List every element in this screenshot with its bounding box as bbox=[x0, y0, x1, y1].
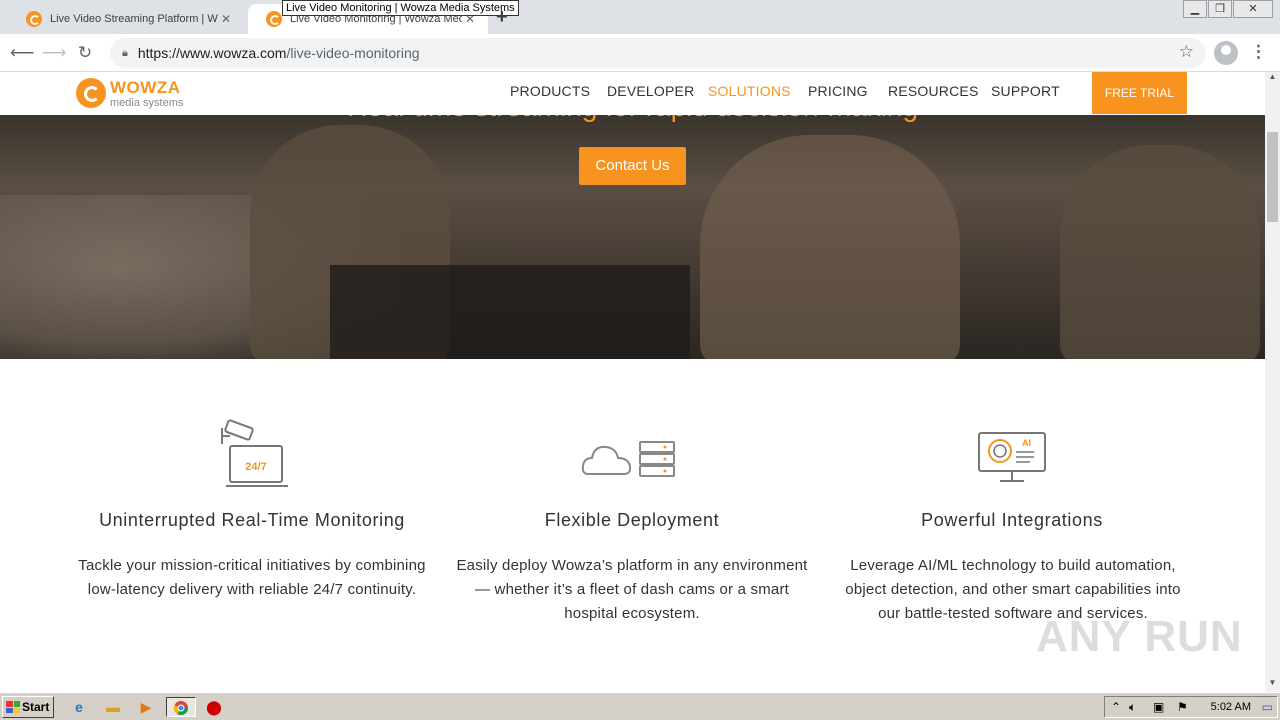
antivirus-icon[interactable]: ⬤ bbox=[203, 697, 225, 717]
feature-title-deployment: Flexible Deployment bbox=[544, 510, 720, 530]
forward-button[interactable]: ⟶ bbox=[42, 42, 66, 64]
url-host: https://www.wowza.com bbox=[137, 45, 287, 61]
show-desktop-icon[interactable]: ▭ bbox=[1262, 700, 1273, 714]
network-icon[interactable]: ▣ bbox=[1153, 700, 1164, 714]
volume-icon[interactable]: 🔈︎ bbox=[1129, 700, 1136, 715]
system-tray: ⌃ 🔈︎ ▣ ⚑ 5:02 AM ▭ bbox=[1104, 696, 1278, 718]
minimize-button[interactable]: ▁ bbox=[1183, 0, 1207, 18]
restore-button[interactable]: ❐ bbox=[1208, 0, 1232, 18]
scroll-up-arrow-icon[interactable]: ▲ bbox=[1265, 72, 1280, 86]
nav-developer[interactable]: DEVELOPER bbox=[607, 83, 694, 99]
feature-title-monitoring: Uninterrupted Real-Time Monitoring bbox=[99, 510, 405, 530]
badge-ai: AI bbox=[1022, 438, 1031, 448]
bookmark-star-icon[interactable]: ☆ bbox=[1179, 42, 1194, 62]
reload-button[interactable]: ↻ bbox=[74, 42, 96, 64]
clock[interactable]: 5:02 AM bbox=[1211, 701, 1251, 713]
badge-24-7: 24/7 bbox=[245, 461, 266, 473]
contact-us-button[interactable]: Contact Us bbox=[579, 147, 686, 185]
chrome-taskbar-button[interactable] bbox=[166, 697, 196, 717]
start-label: Start bbox=[22, 700, 50, 714]
hero-banner: Real-time streaming for rapid decision-m… bbox=[0, 115, 1265, 359]
media-player-icon[interactable]: ▶ bbox=[135, 697, 157, 717]
start-button[interactable]: Start bbox=[2, 696, 54, 718]
browser-tab-strip: Live Video Streaming Platform | Wowza Me… bbox=[0, 0, 1280, 34]
tray-expand-icon[interactable]: ⌃ bbox=[1111, 700, 1121, 714]
feature-desc-deployment: Easily deploy Wowza’s platform in any en… bbox=[456, 557, 808, 622]
nav-support[interactable]: SUPPORT bbox=[991, 83, 1060, 99]
scrollbar-thumb[interactable] bbox=[1267, 132, 1278, 222]
nav-resources[interactable]: RESOURCES bbox=[888, 83, 978, 99]
wowza-favicon-icon bbox=[26, 11, 42, 27]
logo-subtitle: media systems bbox=[110, 97, 184, 109]
wowza-logo[interactable]: WOWZA media systems bbox=[76, 76, 196, 110]
address-bar[interactable]: 🔒︎ https://www.wowza.com/live-video-moni… bbox=[110, 38, 1206, 68]
ai-monitor-icon: AI bbox=[978, 432, 1046, 482]
wowza-favicon-icon bbox=[266, 11, 282, 27]
wowza-logo-icon bbox=[76, 78, 106, 108]
kebab-menu-icon[interactable]: ⋮ bbox=[1250, 42, 1267, 62]
nav-products[interactable]: PRODUCTS bbox=[510, 83, 590, 99]
free-trial-button[interactable]: FREE TRIAL bbox=[1092, 72, 1187, 114]
folder-icon[interactable]: ▬ bbox=[102, 697, 124, 717]
new-tab-button[interactable]: + bbox=[496, 6, 508, 29]
scroll-down-arrow-icon[interactable]: ▼ bbox=[1265, 678, 1280, 692]
tab-tooltip: Live Video Monitoring | Wowza Media Syst… bbox=[282, 0, 519, 16]
browser-tab[interactable]: Live Video Streaming Platform | Wowza Me… bbox=[8, 4, 244, 34]
internet-explorer-icon[interactable]: e bbox=[68, 697, 90, 717]
chrome-icon bbox=[173, 701, 188, 715]
hero-headline: Real-time streaming for rapid decision-m… bbox=[0, 115, 1265, 123]
hero-background-image bbox=[1060, 145, 1260, 359]
cloud-server-icon bbox=[581, 441, 675, 477]
feature-title-integrations: Powerful Integrations bbox=[921, 510, 1103, 530]
profile-avatar[interactable] bbox=[1214, 41, 1238, 65]
anyrun-watermark: ANY RUN bbox=[1036, 612, 1243, 661]
windows-taskbar: Start e ▬ ▶ ⬤ ⌃ 🔈︎ ▣ ⚑ 5:02 AM ▭ bbox=[0, 692, 1280, 720]
action-center-flag-icon[interactable]: ⚑ bbox=[1177, 700, 1188, 714]
close-tab-icon[interactable]: ✕ bbox=[218, 12, 234, 26]
windows-logo-icon bbox=[6, 701, 20, 713]
tab-title: Live Video Streaming Platform | Wowza Me… bbox=[50, 13, 218, 25]
camera-laptop-24-7-icon: 24/7 bbox=[221, 419, 288, 487]
browser-toolbar: ⟵ ⟶ ↻ 🔒︎ https://www.wowza.com/live-vide… bbox=[0, 34, 1280, 72]
hero-background-image bbox=[700, 135, 960, 359]
hero-background-image bbox=[330, 265, 690, 359]
lock-icon: 🔒︎ bbox=[122, 46, 128, 59]
close-window-button[interactable]: ✕ bbox=[1233, 0, 1273, 18]
back-button[interactable]: ⟵ bbox=[10, 42, 34, 64]
site-header: WOWZA media systems PRODUCTS DEVELOPER S… bbox=[0, 72, 1265, 115]
nav-pricing[interactable]: PRICING bbox=[808, 83, 868, 99]
logo-word: WOWZA bbox=[110, 78, 181, 97]
feature-desc-monitoring: Tackle your mission-critical initiatives… bbox=[78, 557, 426, 598]
url-path: /live-video-monitoring bbox=[286, 45, 420, 61]
nav-solutions[interactable]: SOLUTIONS bbox=[708, 83, 791, 99]
